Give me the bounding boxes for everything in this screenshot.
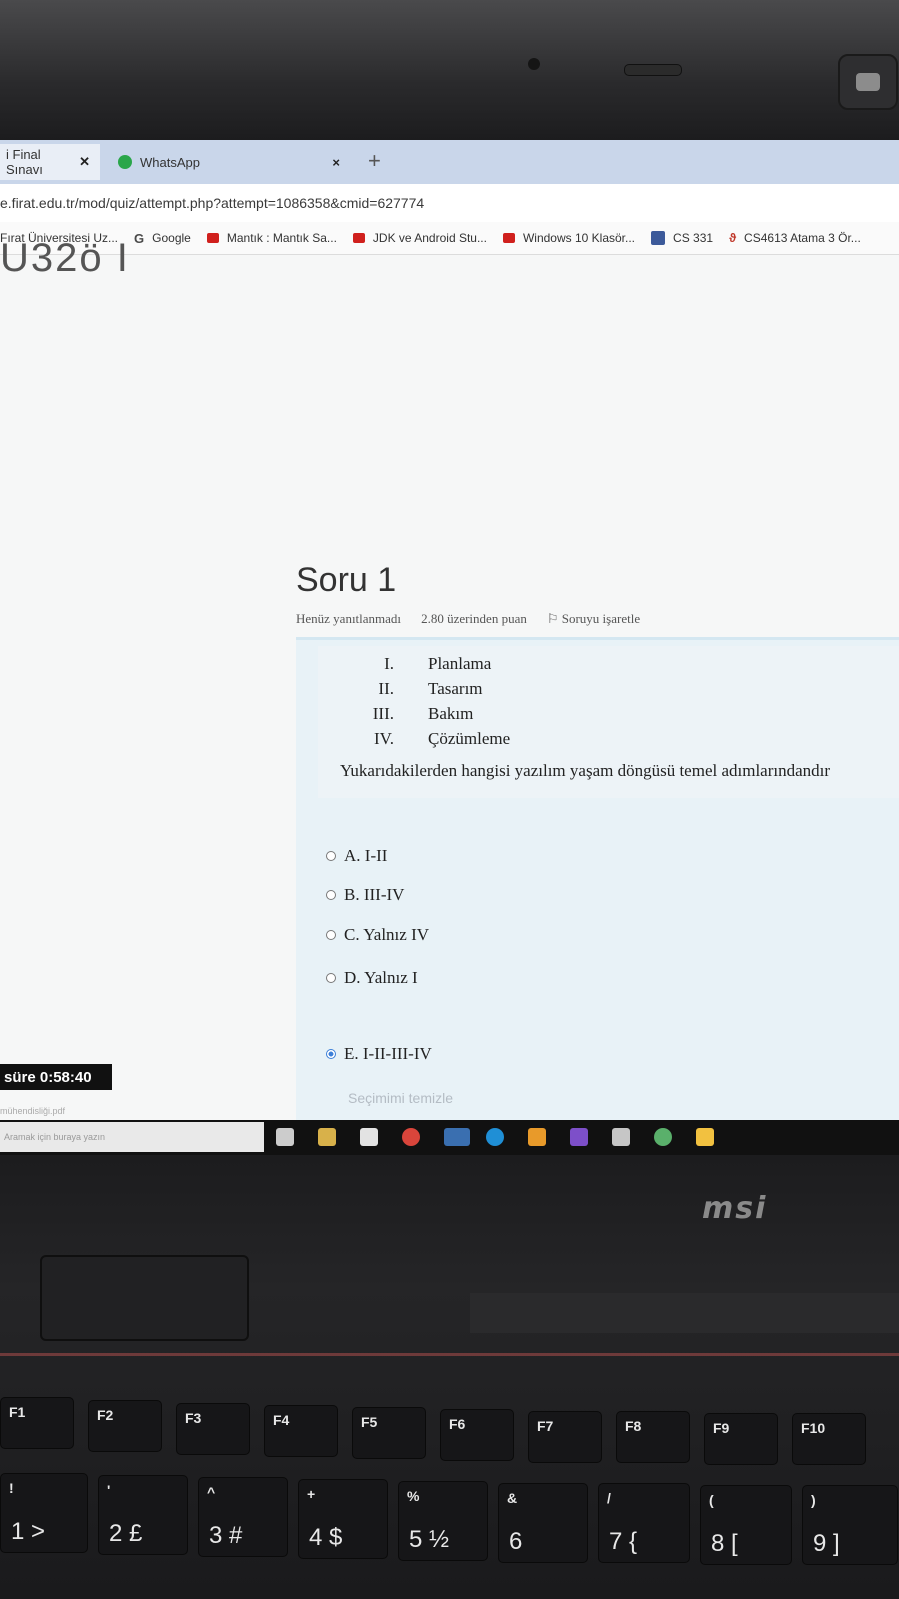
whatsapp-icon (118, 155, 132, 169)
url-text: e.firat.edu.tr/mod/quiz/attempt.php?atte… (0, 195, 425, 211)
google-icon: G (134, 230, 145, 246)
tab-quiz[interactable]: i Final Sınavı ✕ (0, 144, 100, 180)
answer-status: Henüz yanıtlanmadı (296, 611, 402, 626)
teams-icon[interactable] (444, 1128, 470, 1146)
taskbar: Aramak için buraya yazın (0, 1120, 899, 1155)
key-1[interactable]: ! 1 > (0, 1473, 88, 1553)
chrome-icon[interactable] (402, 1128, 420, 1146)
tab-label: WhatsApp (140, 154, 200, 170)
radio-button-selected[interactable] (326, 1049, 336, 1059)
task-view-icon[interactable] (276, 1128, 294, 1146)
course-code: U32ö I (0, 236, 130, 280)
key-9[interactable]: ) 9 ] (802, 1485, 898, 1565)
question-info: Henüz yanıtlanmadı 2.80 üzerinden puan ⚐… (296, 611, 640, 627)
key-f10[interactable]: F10 (792, 1413, 866, 1465)
youtube-icon (352, 233, 365, 243)
key-f4[interactable]: F4 (264, 1405, 338, 1457)
quiz-page: Soru 1 Henüz yanıtlanmadı 2.80 üzerinden… (0, 255, 899, 1155)
close-icon[interactable]: ✕ (79, 154, 90, 170)
tab-whatsapp[interactable]: WhatsApp × (108, 144, 350, 180)
new-tab-button[interactable]: + (368, 148, 381, 174)
key-f3[interactable]: F3 (176, 1403, 250, 1455)
option-a[interactable]: A. I-II (326, 846, 387, 866)
bookmark-item[interactable]: JDK ve Android Stu... (352, 231, 487, 245)
key-f1[interactable]: F1 (0, 1397, 74, 1449)
download-item[interactable]: mühendisliği.pdf (0, 1106, 65, 1116)
bookmarks-bar: Fırat Üniversitesi Uz... G Google Mantık … (0, 222, 899, 255)
key-f5[interactable]: F5 (352, 1407, 426, 1459)
flag-question-link[interactable]: ⚐ Soruyu işaretle (547, 611, 640, 627)
list-item: IV. Çözümleme (374, 729, 511, 748)
question-points: 2.80 üzerinden puan (421, 611, 527, 626)
radio-button[interactable] (326, 973, 336, 983)
radio-button[interactable] (326, 851, 336, 861)
tab-label: i Final Sınavı (6, 147, 43, 177)
file-explorer-icon[interactable] (318, 1128, 336, 1146)
question-box: I. Planlama II. Tasarım III. Bakım IV. Çözüm… (296, 637, 899, 1150)
quiz-timer: süre 0:58:40 (0, 1064, 112, 1090)
key-f7[interactable]: F7 (528, 1411, 602, 1463)
d2l-icon: ϑ (729, 231, 737, 245)
key-2[interactable]: ' 2 £ (98, 1475, 188, 1555)
camera-icon (528, 58, 540, 70)
android-studio-icon[interactable] (654, 1128, 672, 1146)
key-f8[interactable]: F8 (616, 1411, 690, 1463)
youtube-icon (206, 233, 219, 243)
question-title: Soru 1 (296, 561, 397, 599)
laptop-bezel (0, 0, 899, 140)
radio-button[interactable] (326, 930, 336, 940)
key-7[interactable]: /7 { (598, 1483, 690, 1563)
list-item: I. Planlama (384, 654, 492, 673)
list-item: II. Tasarım (378, 679, 483, 698)
store-icon[interactable] (360, 1128, 378, 1146)
edge-icon[interactable] (486, 1128, 504, 1146)
close-icon[interactable]: × (332, 155, 340, 170)
option-c[interactable]: C. Yalnız IV (326, 925, 429, 945)
accent-line (0, 1353, 899, 1356)
webcam-cover (838, 54, 898, 110)
key-6[interactable]: & 6 (498, 1483, 588, 1563)
question-prompt: Yukarıdakilerden hangisi yazılım yaşam d… (340, 761, 831, 780)
brand-logo: msi (702, 1191, 768, 1226)
youtube-icon (502, 233, 515, 243)
bookmark-item[interactable]: Mantık : Mantık Sa... (206, 231, 337, 245)
indicator-light (624, 64, 682, 76)
key-5[interactable]: % 5 ½ (398, 1481, 488, 1561)
option-b[interactable]: B. III-IV (326, 885, 404, 905)
taskbar-search[interactable]: Aramak için buraya yazın (0, 1122, 264, 1152)
radio-button[interactable] (326, 890, 336, 900)
hotkey-row (470, 1293, 899, 1333)
roman-list: I. Planlama II. Tasarım III. Bakım IV. Çözüm… (346, 654, 510, 754)
key-4[interactable]: +4 $ (298, 1479, 388, 1559)
bookmark-item[interactable]: Windows 10 Klasör... (502, 231, 635, 245)
notes-icon[interactable] (696, 1128, 714, 1146)
bookmark-item[interactable]: G Google (134, 231, 191, 246)
laptop-deck: msi F1 F2 F3 F4 F5 F6 F7 F8 F9 F10 ! 1 > … (0, 1155, 899, 1599)
bookmark-item[interactable]: ϑ CS4613 Atama 3 Ör... (729, 231, 861, 245)
address-bar[interactable]: e.firat.edu.tr/mod/quiz/attempt.php?atte… (0, 184, 899, 222)
app-icon[interactable] (528, 1128, 546, 1146)
key-8[interactable]: (8 [ (700, 1485, 792, 1565)
bookmark-item[interactable]: CS 331 (651, 231, 713, 245)
key-3[interactable]: ^ 3 # (198, 1477, 288, 1557)
tab-bar: i Final Sınavı ✕ WhatsApp × + (0, 140, 899, 184)
cs-icon (651, 231, 666, 245)
screen: i Final Sınavı ✕ WhatsApp × + e.firat.ed… (0, 140, 899, 1155)
list-item: III. Bakım (372, 704, 474, 723)
option-d[interactable]: D. Yalnız I (326, 968, 418, 988)
option-e[interactable]: E. I-II-III-IV (326, 1044, 432, 1064)
key-f2[interactable]: F2 (88, 1400, 162, 1452)
visual-studio-icon[interactable] (570, 1128, 588, 1146)
key-f9[interactable]: F9 (704, 1413, 778, 1465)
tools-icon[interactable] (612, 1128, 630, 1146)
clear-choice-link[interactable]: Seçimimi temizle (348, 1090, 453, 1106)
question-text-box: I. Planlama II. Tasarım III. Bakım IV. Çözüm… (318, 646, 899, 798)
key-f6[interactable]: F6 (440, 1409, 514, 1461)
touchpad (40, 1255, 249, 1341)
